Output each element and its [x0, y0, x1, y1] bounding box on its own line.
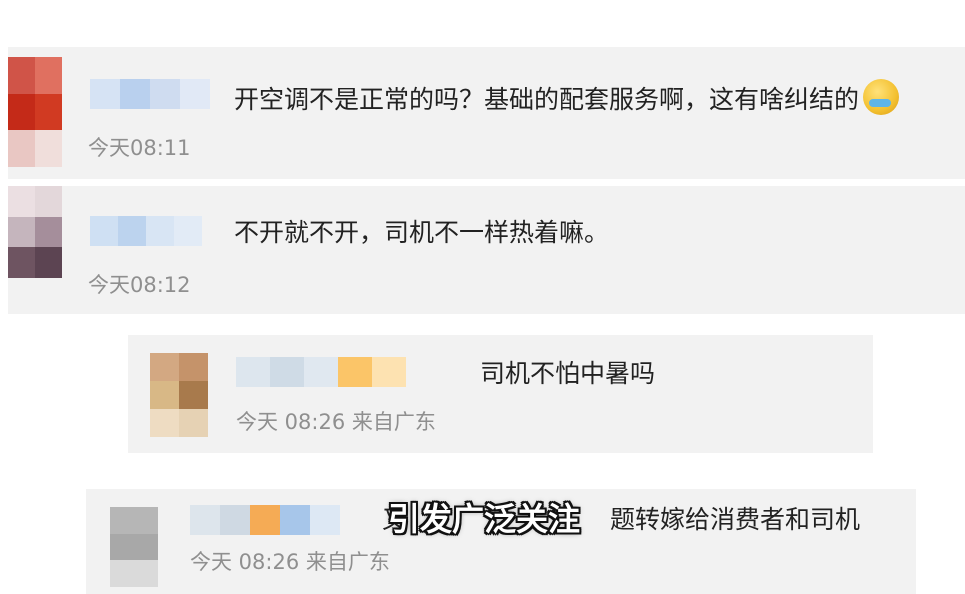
laughing-crying-emoji-icon: [863, 79, 900, 115]
comment-time: 今天08:12: [88, 273, 191, 297]
comment-card: 开空调不是正常的吗？基础的配套服务啊，这有啥纠结的 今天08:11: [8, 47, 965, 179]
blurred-avatar: [8, 57, 62, 167]
comment-card: 不开就不开，司机不一样热着嘛。 今天08:12: [8, 186, 965, 314]
video-subtitle-caption: 引发广泛关注: [388, 500, 581, 538]
comment-text: 开空调不是正常的吗？基础的配套服务啊，这有啥纠结的: [234, 79, 900, 115]
reply-time: 今天 08:26 来自广东: [190, 550, 390, 574]
blurred-avatar: [8, 186, 62, 278]
blurred-username: [190, 505, 340, 535]
comment-text: 不开就不开，司机不一样热着嘛。: [234, 218, 610, 247]
blurred-avatar: [110, 507, 158, 587]
blurred-username: [90, 79, 210, 109]
reply-time: 今天 08:26 来自广东: [236, 410, 436, 434]
blurred-username: [90, 216, 202, 246]
reply-card: 司机不怕中暑吗 今天 08:26 来自广东: [128, 335, 873, 453]
reply-text: 司机不怕中暑吗: [480, 359, 656, 388]
blurred-username: [236, 357, 406, 387]
reply-text-partial: 题转嫁给消费者和司机: [610, 505, 861, 534]
blurred-avatar: [150, 353, 208, 437]
comment-time: 今天08:11: [88, 136, 191, 160]
